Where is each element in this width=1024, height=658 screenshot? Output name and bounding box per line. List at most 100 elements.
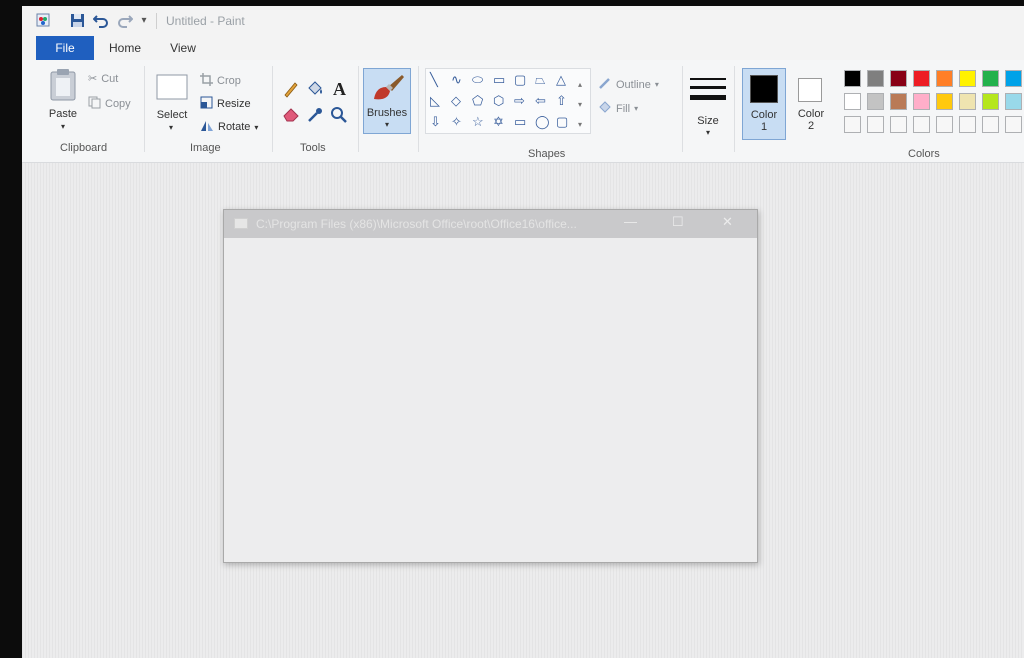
crop-button[interactable]: Crop [200,73,241,89]
custom-color-slot[interactable] [982,116,999,133]
pentagon-shape-icon[interactable]: ⬠ [472,93,483,109]
rotate-button[interactable]: Rotate ▾ [200,119,258,135]
color-swatch[interactable] [913,70,930,87]
paint-app-icon[interactable] [34,11,52,29]
fill-label: Fill [616,102,631,115]
brushes-label: Brushes [366,107,408,119]
rounded-rectangle-shape-icon[interactable]: ▢ [514,72,526,88]
color-swatch[interactable] [867,93,884,110]
custom-color-slot[interactable] [936,116,953,133]
color-swatch[interactable] [913,93,930,110]
down-arrow-shape-icon[interactable]: ⇩ [430,114,441,130]
fill-bucket-icon[interactable] [306,80,324,103]
rectangle-shape-icon[interactable]: ▭ [493,72,505,88]
tab-view[interactable]: View [160,36,206,60]
custom-color-slot[interactable] [959,116,976,133]
line-shape-icon[interactable]: ╲ [430,72,438,88]
color-swatch[interactable] [867,70,884,87]
custom-color-slot[interactable] [890,116,907,133]
right-triangle-shape-icon[interactable]: ◺ [430,93,440,109]
color-swatch[interactable] [959,93,976,110]
up-arrow-shape-icon[interactable]: ⇧ [556,93,567,109]
color-swatch[interactable] [844,93,861,110]
size-dropdown-icon[interactable]: ▾ [703,128,713,137]
custom-color-slot[interactable] [867,116,884,133]
color-swatch[interactable] [982,93,999,110]
diamond-shape-icon[interactable]: ◇ [451,93,461,109]
custom-color-slot[interactable] [1005,116,1022,133]
close-button[interactable]: ✕ [722,214,733,230]
fill-dropdown-icon: ▾ [634,104,639,113]
color-swatch[interactable] [844,70,861,87]
paste-button[interactable]: Paste [44,108,82,120]
right-arrow-shape-icon[interactable]: ⇨ [514,93,525,109]
select-button[interactable]: Select [150,109,194,121]
shapes-gallery: ╲ ∿ ⬭ ▭ ▢ ⏢ △ ◺ ◇ ⬠ ⬡ ⇨ ⇦ ⇧ ⇩ ✧ ☆ ✡ ▭ ◯ … [425,68,591,134]
four-point-star-shape-icon[interactable]: ✧ [451,114,462,130]
color-swatch[interactable] [890,93,907,110]
color1-button[interactable]: Color 1 [742,68,786,140]
color-swatch[interactable] [982,70,999,87]
custom-color-slot[interactable] [913,116,930,133]
select-icon[interactable] [156,74,188,105]
cut-button[interactable]: ✂ Cut [88,72,118,86]
title-divider [156,13,157,29]
curve-shape-icon[interactable]: ∿ [451,72,462,88]
paste-icon[interactable] [48,68,78,107]
minimize-button[interactable]: — [624,214,637,229]
image-group-label: Image [190,142,221,154]
outline-button[interactable]: Outline ▾ [598,76,659,93]
six-point-star-shape-icon[interactable]: ✡ [493,114,504,130]
redo-icon[interactable] [116,11,134,29]
color-swatch[interactable] [959,70,976,87]
color-palette [834,70,1024,144]
resize-label: Resize [217,98,251,110]
color-swatch[interactable] [1005,70,1022,87]
tab-home[interactable]: Home [100,36,150,60]
shapes-more-icon[interactable]: ▾ [578,117,582,133]
select-dropdown-icon[interactable]: ▾ [166,123,176,132]
oval-callout-shape-icon[interactable]: ◯ [535,114,550,130]
paste-dropdown-icon[interactable]: ▾ [58,122,68,131]
console-title-bar[interactable]: C:\Program Files (x86)\Microsoft Office\… [224,210,757,238]
color2-swatch [798,78,822,102]
customize-quick-access-button[interactable]: ▾ [138,11,150,29]
five-point-star-shape-icon[interactable]: ☆ [472,114,484,130]
shapes-scroll-up-icon[interactable]: ▴ [578,77,582,93]
tab-file[interactable]: File [36,36,94,60]
color-swatch[interactable] [936,70,953,87]
undo-icon[interactable] [92,11,110,29]
size-icon[interactable] [690,76,726,109]
color2-button[interactable]: Color 2 [790,68,832,140]
group-divider [418,66,419,152]
save-icon[interactable] [68,11,86,29]
color-swatch[interactable] [936,93,953,110]
hexagon-shape-icon[interactable]: ⬡ [493,93,504,109]
color-swatch[interactable] [890,70,907,87]
fill-icon [598,100,612,117]
custom-color-slot[interactable] [844,116,861,133]
cloud-callout-shape-icon[interactable]: ▢ [556,114,568,130]
size-button[interactable]: Size [690,115,726,127]
fill-button[interactable]: Fill ▾ [598,100,638,117]
color-swatch[interactable] [1005,93,1022,110]
shapes-scroll-down-icon[interactable]: ▾ [578,97,582,113]
eraser-icon[interactable] [282,106,300,127]
oval-shape-icon[interactable]: ⬭ [472,72,483,88]
scissors-icon: ✂ [88,73,98,85]
left-arrow-shape-icon[interactable]: ⇦ [535,93,546,109]
rounded-callout-shape-icon[interactable]: ▭ [514,114,526,130]
text-tool-icon[interactable]: A [333,79,346,100]
color1-number: 1 [760,121,768,133]
copy-button[interactable]: Copy [88,96,131,112]
magnifier-icon[interactable] [330,106,348,129]
brushes-button[interactable]: Brushes ▾ [363,68,411,134]
console-title: C:\Program Files (x86)\Microsoft Office\… [256,217,577,231]
polygon-shape-icon[interactable]: ⏢ [535,72,545,88]
triangle-shape-icon[interactable]: △ [556,72,566,88]
pencil-icon[interactable] [282,80,300,103]
resize-button[interactable]: Resize [200,96,251,112]
maximize-button[interactable]: ☐ [672,214,684,230]
console-window[interactable]: C:\Program Files (x86)\Microsoft Office\… [223,209,758,563]
color-picker-icon[interactable] [306,106,324,129]
